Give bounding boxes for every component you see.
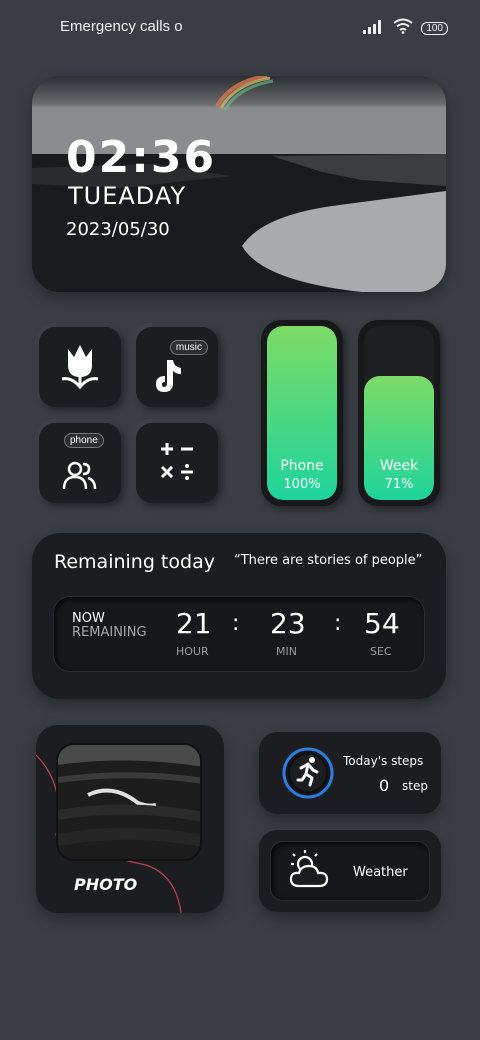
sun-cloud-icon	[287, 848, 333, 894]
weather-label: Weather	[353, 865, 408, 880]
phone-app-button[interactable]: phone	[39, 423, 121, 503]
calculator-app-button[interactable]	[136, 423, 218, 503]
weather-widget[interactable]: Weather	[259, 830, 441, 912]
phone-bar-label: Phone	[280, 458, 324, 474]
phone-battery-bar: Phone 100%	[261, 320, 343, 506]
clock-time: 02:36	[66, 132, 217, 183]
minutes-value: 23	[270, 607, 306, 640]
photo-widget[interactable]: PHOTO	[36, 725, 224, 913]
clock-date: 2023/05/30	[66, 219, 170, 240]
steps-unit: step	[402, 779, 428, 793]
now-label: NOW	[72, 611, 105, 626]
steps-count: 0	[379, 776, 390, 795]
running-icon	[281, 746, 335, 804]
status-carrier-text: Emergency calls o	[60, 18, 183, 35]
phone-bar-value: 100%	[283, 477, 321, 492]
min-unit: MIN	[276, 645, 297, 658]
week-bar-value: 71%	[384, 477, 414, 492]
wifi-icon	[393, 18, 413, 38]
sec-unit: SEC	[370, 645, 392, 658]
countdown-widget[interactable]: Remaining today “There are stories of pe…	[32, 533, 446, 699]
week-progress-bar: Week 71%	[358, 320, 440, 506]
signal-icon	[363, 19, 385, 38]
contacts-icon	[62, 459, 98, 495]
countdown-timer: NOW REMAINING 21 HOUR : 23 MIN : 54 SEC	[54, 597, 424, 671]
tulip-app-button[interactable]	[39, 327, 121, 407]
clock-widget[interactable]: 02:36 TUEADAY 2023/05/30	[32, 76, 446, 292]
hour-unit: HOUR	[176, 645, 209, 658]
phone-bubble: phone	[64, 433, 104, 448]
hours-value: 21	[176, 607, 212, 640]
clock-day: TUEADAY	[68, 182, 187, 210]
music-app-button[interactable]: music	[136, 327, 218, 407]
steps-title: Today's steps	[343, 754, 424, 768]
separator-1: :	[232, 611, 240, 636]
tiktok-icon	[151, 358, 185, 398]
seconds-value: 54	[364, 607, 400, 640]
battery-icon: 100	[421, 21, 448, 35]
calculator-icon	[153, 440, 201, 486]
countdown-quote: “There are stories of people”	[234, 553, 423, 568]
separator-2: :	[334, 611, 342, 636]
photo-label: PHOTO	[74, 875, 138, 894]
status-icons: 100	[363, 18, 448, 38]
countdown-title: Remaining today	[54, 551, 215, 573]
remaining-label: REMAINING	[72, 625, 147, 640]
music-bubble: music	[169, 340, 208, 355]
steps-widget[interactable]: Today's steps 0 step	[259, 732, 441, 814]
week-bar-label: Week	[379, 458, 419, 474]
photo-image	[56, 743, 202, 861]
tulip-icon	[54, 339, 106, 395]
